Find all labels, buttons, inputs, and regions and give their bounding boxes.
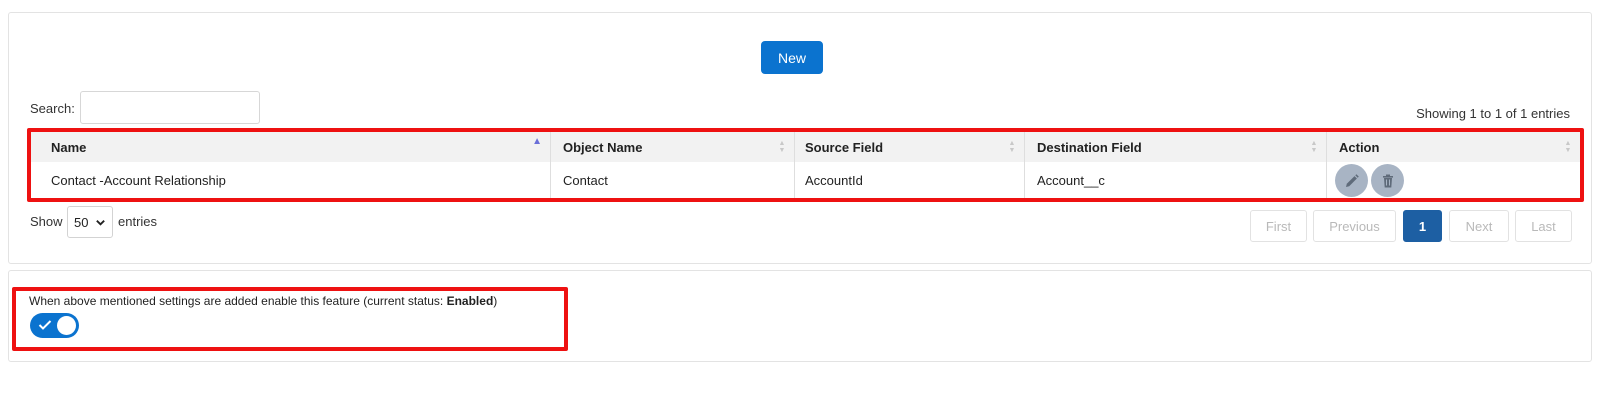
column-header-object-name[interactable]: Object Name ▲ ▼ (551, 132, 795, 162)
toggle-knob (57, 316, 76, 335)
feature-toggle-section: When above mentioned settings are added … (12, 287, 568, 351)
sort-ascending-icon: ▲ (532, 136, 542, 147)
pagination-first[interactable]: First (1250, 210, 1307, 242)
trash-icon (1382, 174, 1393, 187)
cell-destination-field: Account__c (1025, 162, 1327, 198)
chevron-down-icon (96, 220, 105, 226)
delete-button[interactable] (1371, 164, 1404, 197)
feature-toggle[interactable] (30, 313, 79, 338)
edit-button[interactable] (1335, 164, 1368, 197)
pagination-page-1[interactable]: 1 (1403, 210, 1442, 242)
check-icon (38, 320, 52, 330)
table-row: Contact -Account Relationship Contact Ac… (31, 162, 1580, 198)
feature-status: Enabled (446, 294, 494, 308)
column-header-source-field[interactable]: Source Field ▲ ▼ (795, 132, 1025, 162)
entries-info: Showing 1 to 1 of 1 entries (1416, 106, 1570, 121)
mappings-table: Name ▲ Object Name ▲ ▼ Source Field ▲ ▼ De… (27, 128, 1584, 202)
cell-source-field: AccountId (795, 162, 1025, 198)
pagination-last[interactable]: Last (1515, 210, 1572, 242)
search-input[interactable] (80, 91, 260, 124)
search-label: Search: (30, 101, 75, 116)
sort-icon: ▲ ▼ (1008, 140, 1016, 154)
page-length-value: 50 (74, 214, 89, 230)
table-header: Name ▲ Object Name ▲ ▼ Source Field ▲ ▼ De… (31, 132, 1580, 163)
pencil-icon (1345, 173, 1359, 187)
pagination-next[interactable]: Next (1449, 210, 1509, 242)
new-button[interactable]: New (761, 41, 823, 74)
column-header-name[interactable]: Name ▲ (31, 132, 551, 162)
sort-icon: ▲ ▼ (1564, 140, 1572, 154)
column-header-action[interactable]: Action ▲ ▼ (1327, 132, 1580, 162)
cell-name: Contact -Account Relationship (31, 162, 551, 198)
feature-description: When above mentioned settings are added … (29, 294, 498, 308)
show-label: Show (30, 214, 63, 229)
pagination-previous[interactable]: Previous (1313, 210, 1396, 242)
sort-icon: ▲ ▼ (1310, 140, 1318, 154)
cell-action (1327, 162, 1580, 198)
sort-icon: ▲ ▼ (778, 140, 786, 154)
column-header-destination-field[interactable]: Destination Field ▲ ▼ (1025, 132, 1327, 162)
cell-object-name: Contact (551, 162, 795, 198)
page-length-select[interactable]: 50 (67, 206, 113, 238)
entries-label: entries (118, 214, 158, 229)
